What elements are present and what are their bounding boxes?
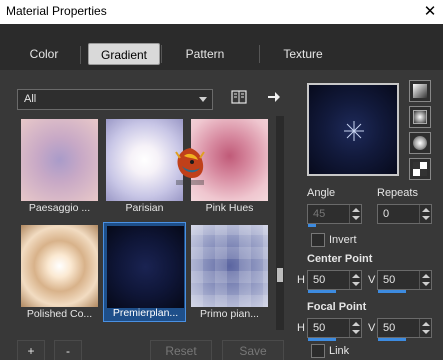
reset-button[interactable]: Reset xyxy=(150,340,212,360)
focal-h-slider[interactable] xyxy=(308,338,336,341)
tab-bar: Color Gradient Pattern Texture xyxy=(0,24,443,65)
focal-v-spinner[interactable]: 50 xyxy=(377,318,432,341)
tab-texture[interactable]: Texture xyxy=(259,43,338,65)
swatch-thumbnail xyxy=(21,225,98,307)
rectangular-style-button[interactable] xyxy=(409,106,431,128)
center-h-value: 50 xyxy=(313,274,326,286)
focal-v-stepper[interactable] xyxy=(419,319,431,337)
down-arrow-icon[interactable] xyxy=(352,282,360,286)
repeats-label: Repeats xyxy=(377,187,418,199)
swatch-thumbnail xyxy=(191,225,268,307)
sunburst-style-button[interactable] xyxy=(409,132,431,154)
center-h-label: H xyxy=(297,274,305,286)
center-v-stepper[interactable] xyxy=(419,271,431,289)
down-arrow-icon[interactable] xyxy=(352,330,360,334)
remove-button[interactable]: - xyxy=(54,340,82,360)
swatch-thumbnail xyxy=(107,226,184,308)
watermark-logo xyxy=(170,144,210,188)
focal-h-value: 50 xyxy=(313,322,326,334)
linear-style-button[interactable] xyxy=(409,80,431,102)
focal-point-star-icon[interactable] xyxy=(344,121,364,141)
swatch-label: Parisian xyxy=(125,202,164,214)
chevron-down-icon xyxy=(199,97,207,102)
swatch-paesaggio[interactable]: Paesaggio ... xyxy=(18,116,101,216)
radial-style-button[interactable] xyxy=(409,158,431,180)
down-arrow-icon[interactable] xyxy=(422,216,430,220)
focal-v-slider[interactable] xyxy=(378,338,406,341)
repeats-value: 0 xyxy=(383,208,390,220)
repeats-spinner[interactable]: 0 xyxy=(377,204,432,224)
gradient-grid: Paesaggio ... Parisian Pink Hues Polishe… xyxy=(15,116,273,330)
center-v-value: 50 xyxy=(383,274,396,286)
swatch-label: Polished Co... xyxy=(26,308,93,320)
center-h-slider[interactable] xyxy=(308,290,336,293)
library-icon[interactable] xyxy=(230,88,248,106)
swatch-label: Premierplan... xyxy=(112,307,179,319)
linear-gradient-icon xyxy=(413,84,427,98)
center-point-label: Center Point xyxy=(307,253,373,265)
up-arrow-icon[interactable] xyxy=(352,208,360,212)
angle-spinner[interactable]: 45 xyxy=(307,204,362,227)
title-bar: Material Properties ✕ xyxy=(0,0,443,24)
tab-gradient[interactable]: Gradient xyxy=(80,43,160,65)
scrollbar-thumb[interactable] xyxy=(277,268,283,282)
grid-scrollbar[interactable] xyxy=(276,116,284,330)
arrow-right-icon[interactable] xyxy=(265,88,283,106)
down-arrow-icon[interactable] xyxy=(422,282,430,286)
window-title: Material Properties xyxy=(6,4,107,18)
center-v-slider[interactable] xyxy=(378,290,406,293)
swatch-polished-copper[interactable]: Polished Co... xyxy=(18,222,101,322)
tab-color[interactable]: Color xyxy=(12,43,76,65)
focal-h-label: H xyxy=(297,322,305,334)
close-icon[interactable]: ✕ xyxy=(421,3,439,21)
center-h-stepper[interactable] xyxy=(349,271,361,289)
up-arrow-icon[interactable] xyxy=(352,274,360,278)
swatch-label: Primo pian... xyxy=(200,308,259,320)
angle-value: 45 xyxy=(313,208,326,220)
rectangular-gradient-icon xyxy=(413,110,427,124)
focal-point-label: Focal Point xyxy=(307,301,367,313)
link-checkbox[interactable] xyxy=(311,344,325,358)
center-v-spinner[interactable]: 50 xyxy=(377,270,432,293)
radial-gradient-icon xyxy=(413,162,427,176)
invert-label: Invert xyxy=(329,234,357,246)
center-v-label: V xyxy=(368,274,376,286)
focal-v-label: V xyxy=(368,322,376,334)
swatch-primo-piano[interactable]: Primo pian... xyxy=(188,222,271,322)
down-arrow-icon[interactable] xyxy=(422,330,430,334)
swatch-premierplan[interactable]: Premierplan... xyxy=(103,222,186,322)
gradient-preview[interactable] xyxy=(307,83,399,176)
category-dropdown[interactable]: All xyxy=(17,89,213,110)
up-arrow-icon[interactable] xyxy=(422,208,430,212)
repeats-stepper[interactable] xyxy=(419,205,431,223)
sunburst-gradient-icon xyxy=(413,136,427,150)
focal-h-spinner[interactable]: 50 xyxy=(307,318,362,341)
up-arrow-icon[interactable] xyxy=(352,322,360,326)
swatch-label: Pink Hues xyxy=(205,202,254,214)
swatch-label: Paesaggio ... xyxy=(28,202,91,214)
angle-label: Angle xyxy=(307,187,336,199)
up-arrow-icon[interactable] xyxy=(422,322,430,326)
angle-stepper[interactable] xyxy=(349,205,361,223)
save-button[interactable]: Save xyxy=(222,340,284,360)
focal-v-value: 50 xyxy=(383,322,396,334)
center-h-spinner[interactable]: 50 xyxy=(307,270,362,293)
swatch-thumbnail xyxy=(21,119,98,201)
down-arrow-icon[interactable] xyxy=(352,216,360,220)
invert-checkbox[interactable] xyxy=(311,233,325,247)
link-label: Link xyxy=(329,345,350,357)
up-arrow-icon[interactable] xyxy=(422,274,430,278)
angle-slider[interactable] xyxy=(308,224,316,227)
tab-pattern[interactable]: Pattern xyxy=(161,43,240,65)
focal-h-stepper[interactable] xyxy=(349,319,361,337)
add-button[interactable]: + xyxy=(17,340,45,360)
category-value: All xyxy=(24,93,37,105)
